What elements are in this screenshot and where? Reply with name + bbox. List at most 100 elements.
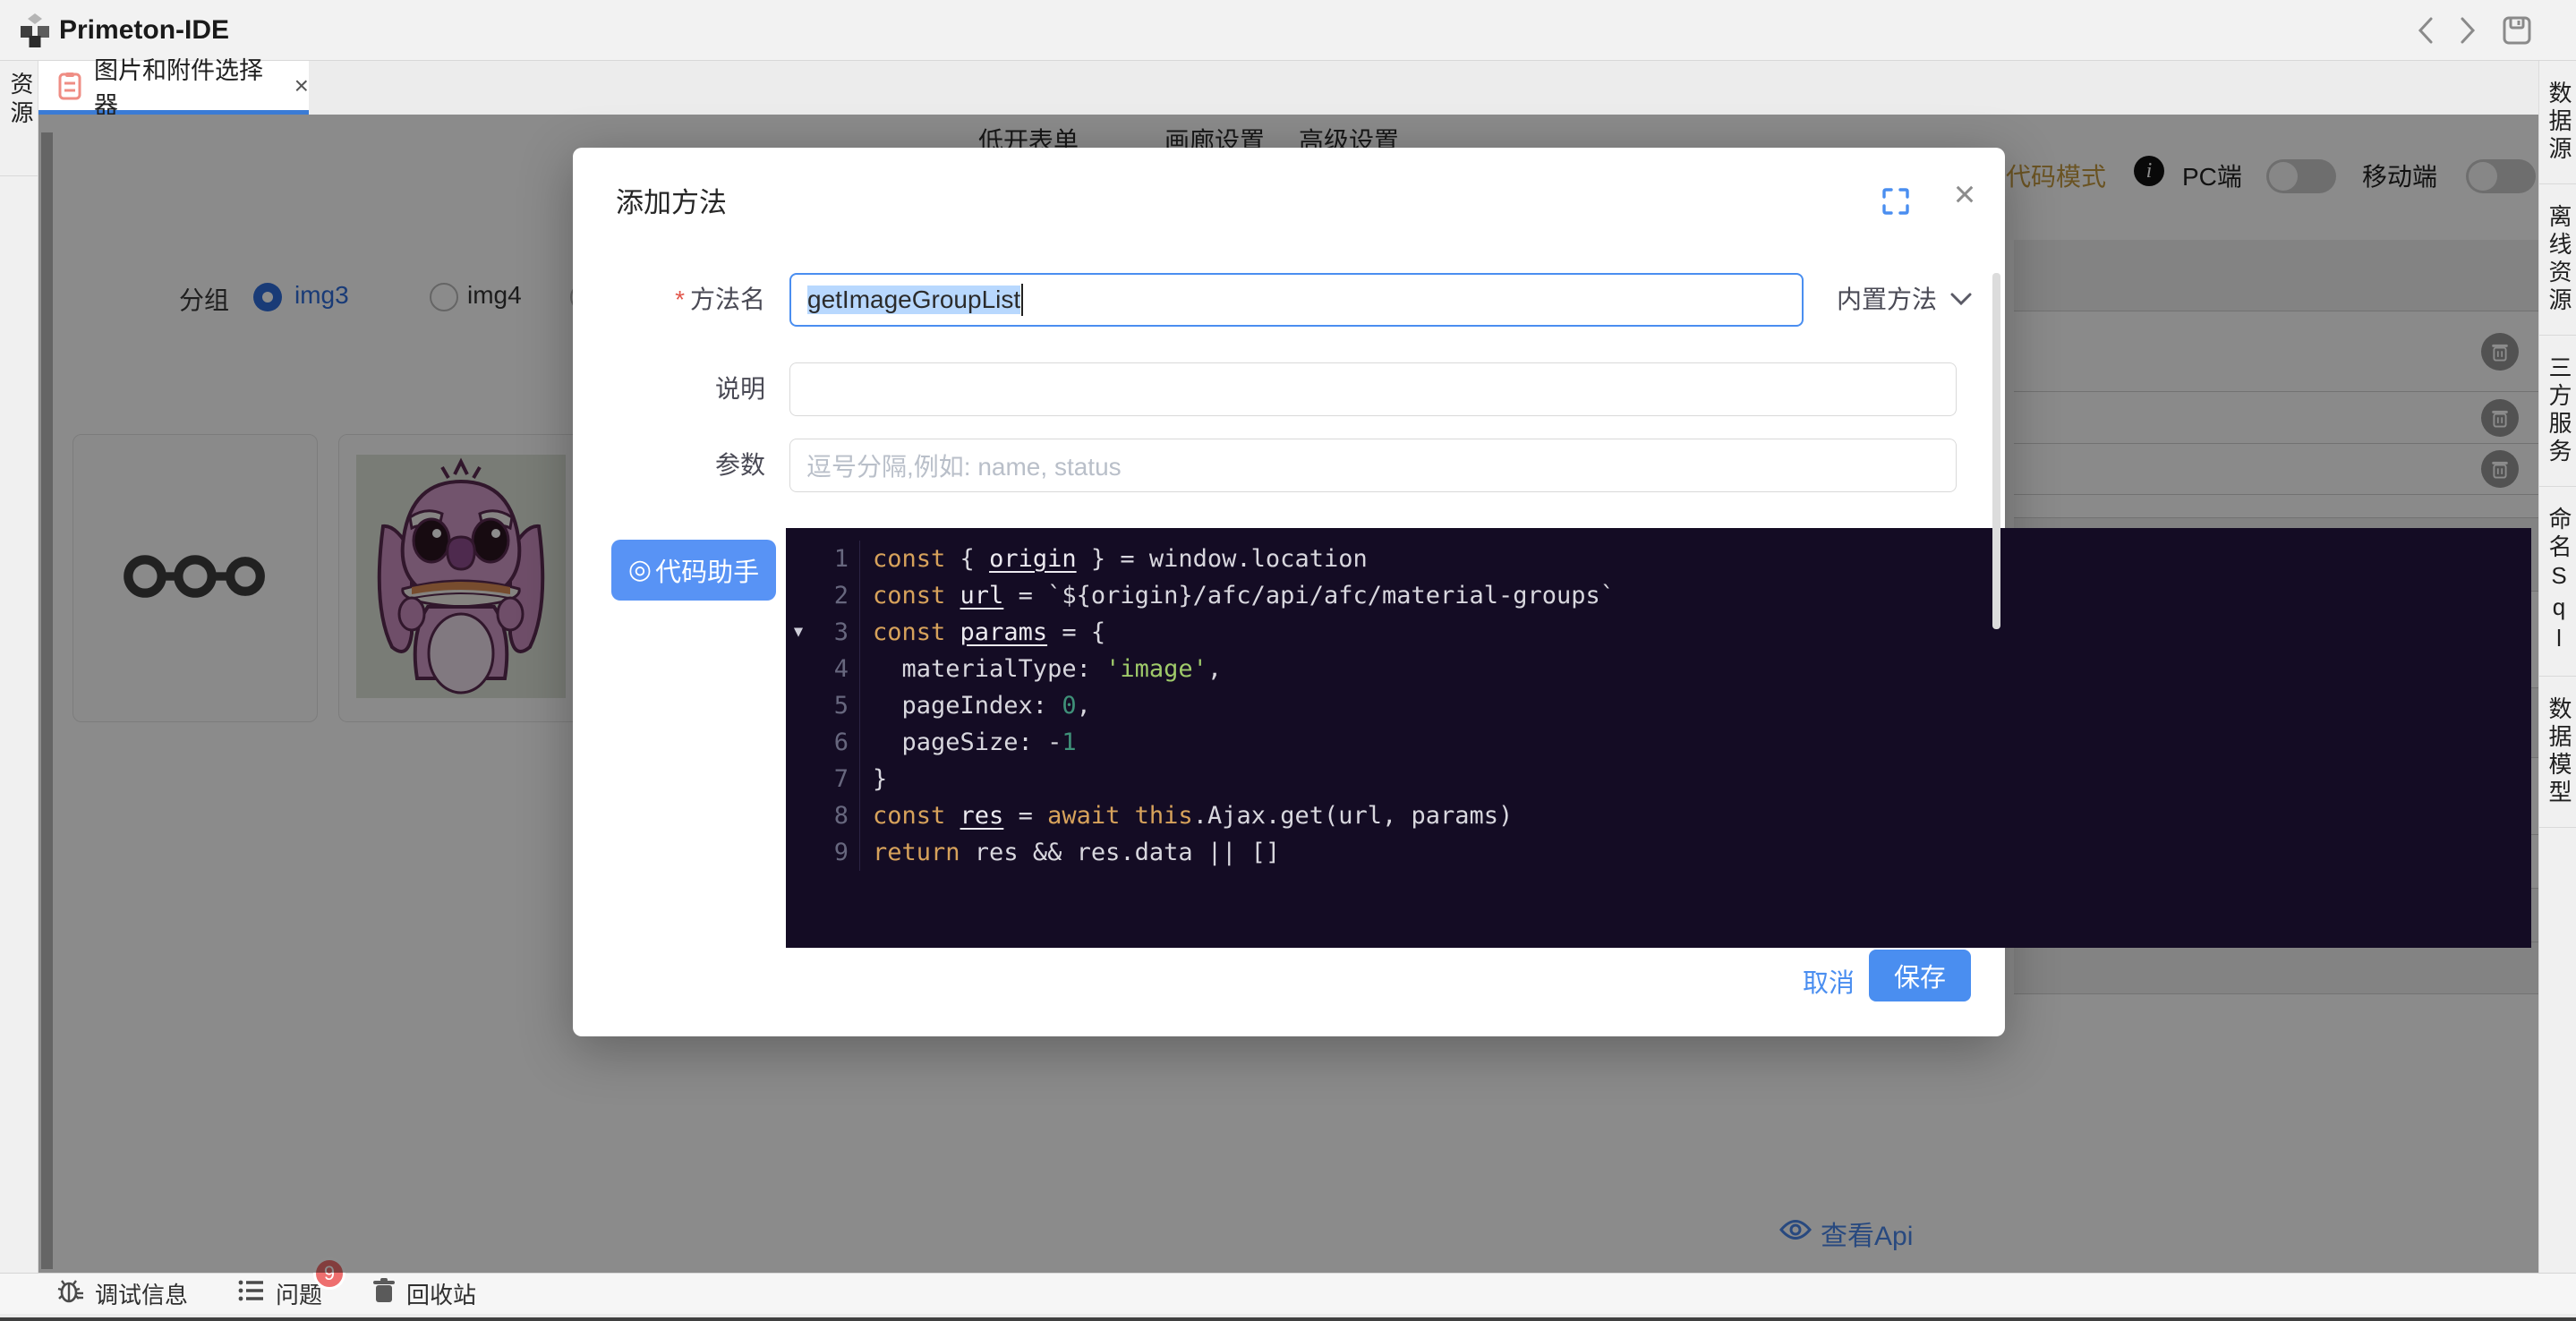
problems-button[interactable]: 问题 9 [238, 1277, 322, 1310]
fold-gutter [786, 651, 811, 687]
fold-gutter [786, 577, 811, 614]
code-token: 1 [1062, 729, 1076, 756]
code-line-3: ▼3const params = { [786, 614, 2531, 651]
code-token [945, 802, 960, 830]
right-rail-item-2[interactable]: 离线资源 [2539, 184, 2576, 336]
code-token: params [960, 618, 1048, 646]
code-text: const res = await this.Ajax.get(url, par… [859, 797, 1513, 834]
fullscreen-icon[interactable] [1881, 187, 1910, 220]
window-bottom-edge [0, 1317, 2576, 1321]
input-selected-text: getImageGroupList [807, 286, 1020, 314]
document-icon [58, 72, 81, 100]
code-line-2: 2const url = `${origin}/afc/api/afc/mate… [786, 577, 2531, 614]
code-assistant-button[interactable]: ◎ 代码助手 [611, 540, 776, 601]
line-number: 4 [811, 651, 859, 687]
code-token: { [945, 545, 989, 573]
modal-scrollbar-thumb[interactable] [1992, 273, 2000, 629]
code-token: } [873, 765, 887, 793]
method-name-input[interactable]: getImageGroupList [789, 273, 1804, 327]
code-token: const [873, 582, 945, 609]
code-token: const [873, 618, 945, 646]
right-rail-item-5[interactable]: 数据模型 [2539, 677, 2576, 828]
debug-info-label: 调试信息 [95, 1277, 188, 1310]
save-button[interactable]: 保存 [1869, 950, 1971, 1001]
right-rail: 数据源离线资源三方服务命名Sql数据模型 [2538, 61, 2576, 1273]
code-text: pageSize: -1 [859, 724, 1077, 761]
recycle-bin-label: 回收站 [406, 1277, 476, 1310]
line-number: 7 [811, 761, 859, 797]
chevron-down-icon [1949, 284, 1973, 312]
code-text: const params = { [859, 614, 1105, 651]
code-token: origin [989, 545, 1077, 573]
code-text: const url = `${origin}/afc/api/afc/mater… [859, 577, 1615, 614]
code-token [1120, 802, 1134, 830]
code-token: } = window.location [1077, 545, 1368, 573]
tab-close-icon[interactable]: × [294, 72, 309, 100]
fold-marker-icon[interactable]: ▼ [786, 614, 811, 651]
right-rail-item-1[interactable]: 数据源 [2539, 61, 2576, 184]
code-token: await [1047, 802, 1120, 830]
assistant-label: 代码助手 [655, 551, 759, 589]
fold-gutter [786, 541, 811, 577]
code-line-8: 8const res = await this.Ajax.get(url, pa… [786, 797, 2531, 834]
code-token: , [1207, 655, 1222, 683]
nav-back-icon[interactable] [2408, 13, 2444, 48]
code-token: url [960, 582, 1004, 609]
modal-title: 添加方法 [616, 180, 727, 220]
line-number: 8 [811, 797, 859, 834]
params-input[interactable]: 逗号分隔,例如: name, status [789, 439, 1957, 492]
assistant-icon: ◎ [628, 557, 652, 584]
tab-image-attachment-selector[interactable]: 图片和附件选择器 × [38, 61, 309, 115]
bug-icon [57, 1277, 84, 1310]
primeton-logo-icon [16, 12, 54, 54]
code-line-9: 9return res && res.data || [] [786, 834, 2531, 871]
right-rail-item-3[interactable]: 三方服务 [2539, 336, 2576, 487]
code-text: materialType: 'image', [859, 651, 1222, 687]
code-token: pageIndex: [873, 692, 1062, 720]
required-asterisk: * [675, 286, 685, 313]
debug-info-button[interactable]: 调试信息 [57, 1277, 188, 1310]
code-token: , [1077, 692, 1091, 720]
code-token: materialType: [873, 655, 1105, 683]
editor-tabbar: 图片和附件选择器 × [38, 61, 2538, 115]
code-token: 'image' [1105, 655, 1207, 683]
right-rail-item-4[interactable]: 命名Sql [2539, 487, 2576, 677]
line-number: 2 [811, 577, 859, 614]
line-number: 3 [811, 614, 859, 651]
method-type-dropdown[interactable]: 内置方法 [1837, 280, 1973, 316]
app-window: Primeton-IDE 图片和附件 [0, 0, 2576, 1321]
tab-label: 图片和附件选择器 [94, 51, 280, 121]
code-text: pageIndex: 0, [859, 687, 1091, 724]
code-token: const [873, 802, 945, 830]
left-rail-divider [0, 175, 38, 176]
code-line-6: 6 pageSize: -1 [786, 724, 2531, 761]
modal-close-icon[interactable]: × [1942, 173, 1987, 216]
description-label: 说明 [573, 370, 765, 405]
line-number: 5 [811, 687, 859, 724]
list-icon [238, 1279, 265, 1308]
nav-forward-icon[interactable] [2450, 13, 2486, 48]
cancel-button[interactable]: 取消 [1790, 957, 1867, 1005]
code-token: res [960, 802, 1004, 830]
fold-gutter [786, 761, 811, 797]
fold-gutter [786, 797, 811, 834]
line-number: 6 [811, 724, 859, 761]
recycle-bin-button[interactable]: 回收站 [372, 1277, 476, 1310]
code-token: = [1003, 802, 1047, 830]
code-token [945, 582, 960, 609]
trash-icon [372, 1277, 396, 1310]
code-token: pageSize: - [873, 729, 1062, 756]
params-placeholder: 逗号分隔,例如: name, status [806, 447, 1122, 483]
fold-gutter [786, 687, 811, 724]
fold-gutter [786, 834, 811, 871]
description-input[interactable] [789, 362, 1957, 416]
save-file-icon[interactable] [2499, 13, 2535, 48]
code-line-7: 7} [786, 761, 2531, 797]
line-number: 9 [811, 834, 859, 871]
code-line-4: 4 materialType: 'image', [786, 651, 2531, 687]
code-editor[interactable]: 1const { origin } = window.location2cons… [786, 528, 2531, 948]
left-rail: 资源 [0, 61, 38, 1273]
method-type-value: 内置方法 [1837, 280, 1937, 316]
left-rail-item-resources[interactable]: 资源 [0, 72, 38, 129]
params-label: 参数 [573, 446, 765, 482]
